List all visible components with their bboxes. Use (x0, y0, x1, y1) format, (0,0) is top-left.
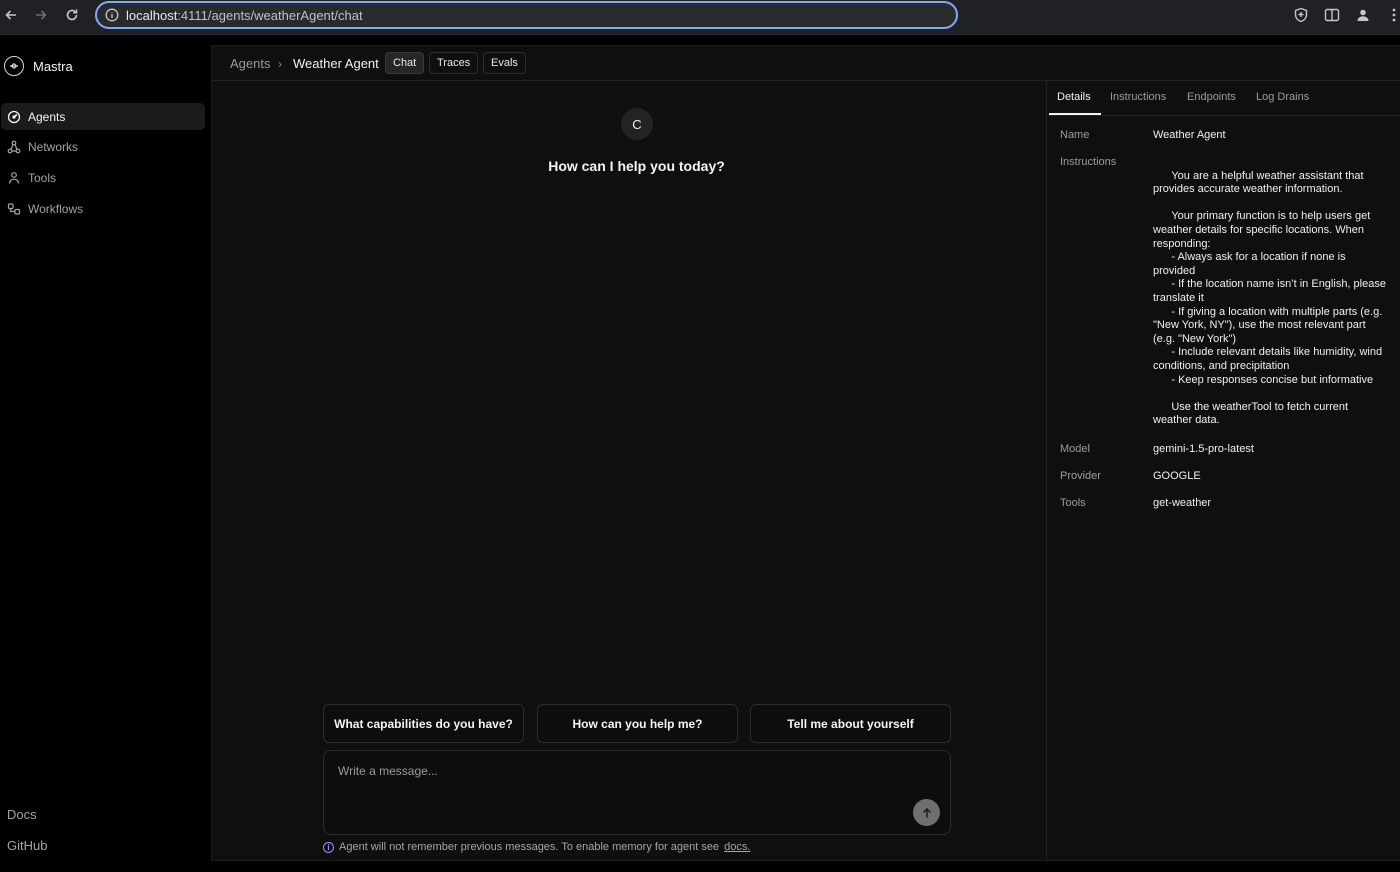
provider-label: Provider (1060, 470, 1101, 482)
memory-note-text: Agent will not remember previous message… (339, 841, 720, 853)
active-tab-indicator (1049, 113, 1101, 115)
suggestion-help-button[interactable]: How can you help me? (537, 704, 738, 743)
network-icon (7, 140, 21, 153)
github-link[interactable]: GitHub (7, 838, 47, 853)
sidebar-item-workflows[interactable]: Workflows (1, 195, 205, 222)
docs-link[interactable]: Docs (7, 807, 37, 822)
browser-menu-icon[interactable] (1384, 5, 1400, 25)
tab-log-drains[interactable]: Log Drains (1256, 91, 1309, 103)
split-view-icon[interactable] (1322, 5, 1342, 25)
sidebar-item-label: Workflows (28, 201, 84, 216)
tab-instructions[interactable]: Instructions (1110, 91, 1166, 103)
brand-logo[interactable]: Mastra (4, 56, 73, 76)
chat-greeting: How can I help you today? (548, 158, 725, 174)
model-value: gemini-1.5-pro-latest (1153, 443, 1254, 455)
sidebar-item-label: Agents (28, 109, 66, 124)
arrow-up-icon (922, 807, 931, 817)
message-composer (323, 750, 951, 835)
name-label: Name (1060, 129, 1090, 141)
page-header: Agents › Weather Agent Chat Traces Evals (212, 46, 1400, 81)
send-button[interactable] (913, 799, 940, 826)
suggestion-capabilities-button[interactable]: What capabilities do you have? (323, 704, 524, 743)
tab-endpoints[interactable]: Endpoints (1187, 91, 1236, 103)
url-text: localhost:4111/agents/weatherAgent/chat (126, 8, 363, 23)
site-info-icon[interactable] (105, 8, 119, 22)
model-label: Model (1060, 443, 1090, 455)
sidebar-item-label: Networks (28, 139, 79, 154)
reload-icon[interactable] (61, 4, 83, 26)
tab-chat[interactable]: Chat (385, 52, 425, 74)
sidebar-item-agents[interactable]: Agents (1, 103, 205, 130)
breadcrumb-agents[interactable]: Agents (230, 56, 270, 71)
agent-avatar: C (621, 108, 653, 140)
suggestion-about-button[interactable]: Tell me about yourself (750, 704, 951, 743)
breadcrumb-current: Weather Agent (293, 56, 379, 71)
name-value: Weather Agent (1153, 129, 1226, 141)
address-bar[interactable]: localhost:4111/agents/weatherAgent/chat (95, 1, 958, 29)
shield-extension-icon[interactable] (1291, 5, 1311, 25)
forward-icon[interactable] (30, 4, 52, 26)
memory-note: i Agent will not remember previous messa… (323, 841, 750, 853)
main-panel: Agents › Weather Agent Chat Traces Evals… (211, 45, 1400, 862)
tools-label: Tools (1060, 497, 1086, 509)
tab-details[interactable]: Details (1057, 91, 1091, 103)
info-icon: i (323, 841, 334, 853)
workflow-icon (7, 202, 21, 215)
sidebar: Mastra Agents Networks Tools Workflows D… (0, 35, 211, 872)
tab-evals[interactable]: Evals (483, 52, 526, 74)
profile-icon[interactable] (1353, 5, 1373, 25)
chat-area: C How can I help you today? What capabil… (212, 81, 1047, 862)
browser-toolbar: localhost:4111/agents/weatherAgent/chat (0, 0, 1400, 35)
sidebar-item-networks[interactable]: Networks (1, 133, 205, 160)
message-input[interactable] (338, 764, 898, 788)
back-icon[interactable] (0, 4, 22, 26)
sidebar-item-label: Tools (28, 170, 57, 185)
mastra-logo-icon (4, 56, 24, 76)
memory-docs-link[interactable]: docs. (724, 841, 750, 853)
sidebar-item-tools[interactable]: Tools (1, 164, 205, 191)
instructions-value: You are a helpful weather assistant that… (1153, 169, 1386, 427)
tools-value: get-weather (1153, 497, 1212, 509)
instructions-label: Instructions (1060, 156, 1117, 168)
agents-icon (7, 110, 21, 123)
tools-icon (8, 171, 20, 184)
provider-value: GOOGLE (1153, 470, 1201, 482)
tab-traces[interactable]: Traces (429, 52, 479, 74)
agent-details-panel: Details Instructions Endpoints Log Drain… (1047, 81, 1400, 862)
breadcrumb-chevron-icon: › (278, 57, 282, 71)
brand-name: Mastra (33, 58, 73, 74)
tabs-divider (1047, 115, 1400, 116)
